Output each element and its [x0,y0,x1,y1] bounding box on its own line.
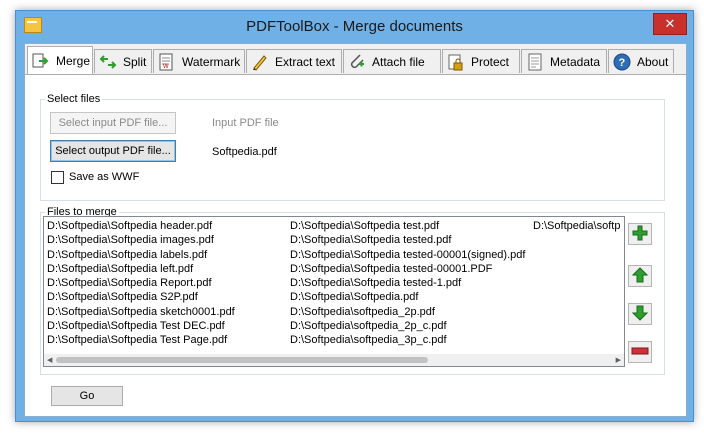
list-item[interactable]: D:\Softpedia\Softpedia test.pdf [290,219,525,233]
select-files-label: Select files [45,93,103,105]
split-icon [99,53,117,71]
files-column-1: D:\Softpedia\Softpedia header.pdf D:\Sof… [47,219,235,348]
client-area: Merge Split W Watermark Extract text Att… [24,43,687,417]
list-item[interactable]: D:\Softpedia\Softpedia sketch0001.pdf [47,305,235,319]
list-item[interactable]: D:\Softpedia\Softpedia left.pdf [47,262,235,276]
extract-text-icon [251,53,269,71]
tab-metadata[interactable]: Metadata [521,49,607,73]
tab-label: Attach file [372,54,425,69]
input-pdf-path: Input PDF file [212,117,279,129]
save-as-wwf-checkbox[interactable] [51,171,64,184]
lock-icon [447,53,465,71]
move-up-icon [631,266,649,286]
save-as-wwf-label: Save as WWF [69,171,140,183]
remove-icon [631,346,649,359]
tab-extract-text[interactable]: Extract text [246,49,342,73]
tab-protect[interactable]: Protect [442,49,520,73]
merge-page: Select files Select input PDF file... In… [25,75,686,416]
tab-split[interactable]: Split [94,49,152,73]
tab-merge[interactable]: Merge [27,46,93,74]
title-bar[interactable]: PDFToolBox - Merge documents ✕ [16,11,693,43]
tab-bar: Merge Split W Watermark Extract text Att… [25,46,686,74]
tab-watermark[interactable]: W Watermark [153,49,245,73]
help-icon: ? [613,53,631,71]
scrollbar-thumb[interactable] [56,357,428,363]
tab-label: About [637,54,669,69]
svg-text:W: W [163,64,169,70]
list-item[interactable]: D:\Softpedia\softpedia_2p_c.pdf [290,319,525,333]
list-item[interactable]: D:\Softpedia\Softpedia tested-00001.PDF [290,262,525,276]
list-item[interactable]: D:\Softpedia\Softpedia header.pdf [47,219,235,233]
list-item[interactable]: D:\Softpedia\Softpedia tested.pdf [290,233,525,247]
tab-label: Watermark [182,54,241,69]
metadata-icon [526,53,544,71]
tab-about[interactable]: ? About [608,49,674,73]
list-item[interactable]: D:\Softpedia\Softpedia images.pdf [47,233,235,247]
list-item[interactable]: D:\Softpedia\Softpedia tested-1.pdf [290,276,525,290]
list-item[interactable]: D:\Softpedia\Softpedia S2P.pdf [47,290,235,304]
tab-label: Protect [471,54,510,69]
tab-label: Merge [56,53,91,68]
select-input-pdf-button[interactable]: Select input PDF file... [50,112,176,134]
list-item[interactable]: D:\Softpedia\Softpedia.pdf [290,290,525,304]
list-item[interactable]: D:\Softpedia\softpedia_3p_c.pdf [290,333,525,347]
tab-label: Split [123,54,147,69]
list-item[interactable]: D:\Softpedia\Softpedia Test Page.pdf [47,333,235,347]
svg-text:?: ? [619,57,626,69]
tab-label: Extract text [275,54,336,69]
tab-label: Metadata [550,54,601,69]
list-item[interactable]: D:\Softpedia\softpedia_2p.pdf [290,305,525,319]
close-button[interactable]: ✕ [653,13,687,35]
scroll-left-icon[interactable]: ◀ [47,356,52,364]
window-title: PDFToolBox - Merge documents [246,18,463,35]
go-button[interactable]: Go [51,386,123,406]
horizontal-scrollbar[interactable]: ◀ ▶ [44,354,624,366]
remove-file-button[interactable] [628,341,652,363]
list-item[interactable]: D:\Softpedia\Softpedia tested-00001(sign… [290,248,525,262]
files-listbox[interactable]: D:\Softpedia\Softpedia header.pdf D:\Sof… [43,216,625,367]
list-item[interactable]: D:\Softpedia\softp [533,219,620,233]
files-column-3: D:\Softpedia\softp [533,219,620,233]
tab-attach-file[interactable]: Attach file [343,49,441,73]
move-up-button[interactable] [628,265,652,287]
attach-file-icon [348,53,366,71]
list-item[interactable]: D:\Softpedia\Softpedia Report.pdf [47,276,235,290]
files-column-2: D:\Softpedia\Softpedia test.pdf D:\Softp… [290,219,525,348]
app-window: PDFToolBox - Merge documents ✕ Merge Spl… [15,10,694,422]
move-down-icon [631,305,649,324]
watermark-icon: W [158,53,176,71]
list-item[interactable]: D:\Softpedia\Softpedia Test DEC.pdf [47,319,235,333]
scroll-right-icon[interactable]: ▶ [616,356,621,364]
add-icon [632,225,648,244]
add-file-button[interactable] [628,223,652,245]
move-down-button[interactable] [628,303,652,325]
list-item[interactable]: D:\Softpedia\Softpedia labels.pdf [47,248,235,262]
merge-icon [32,52,50,70]
select-output-pdf-button[interactable]: Select output PDF file... [50,140,176,162]
output-pdf-path: Softpedia.pdf [212,146,277,158]
